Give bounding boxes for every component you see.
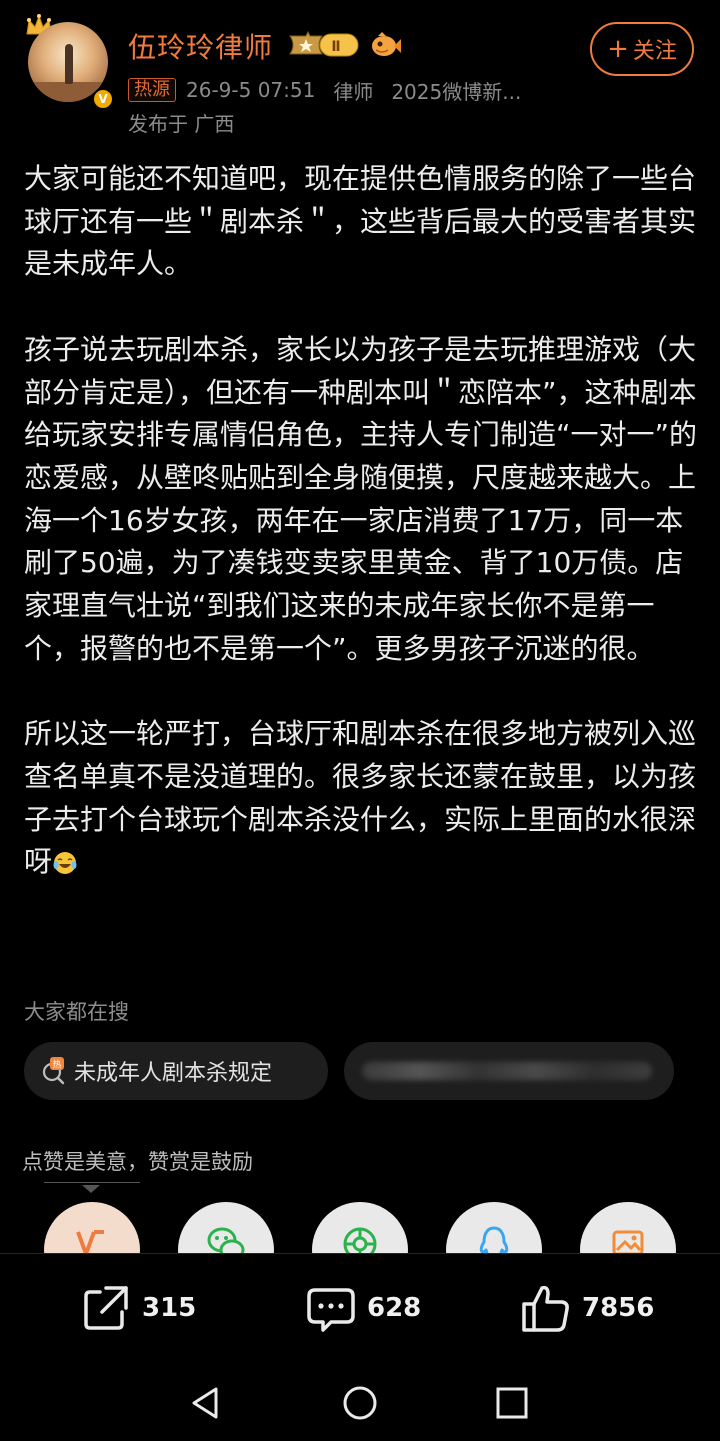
back-icon[interactable] [186,1383,226,1423]
repost-button[interactable]: 315 [80,1282,196,1334]
post-location: 发布于 广西 [128,112,235,136]
blurred-content [362,1062,652,1080]
reward-caret-icon [82,1185,100,1193]
svg-text:Ⅱ: Ⅱ [331,39,340,55]
comment-button[interactable]: 628 [305,1282,421,1334]
follow-label: 关注 [632,39,677,64]
post-paragraph-last: 所以这一轮严打，台球厅和剧本杀在很多地方被列入巡查名单真不是没道理的。很多家长还… [24,713,700,884]
repost-icon [84,1286,128,1330]
post-paragraph-text: 所以这一轮严打，台球厅和剧本杀在很多地方被列入巡查名单真不是没道理的。很多家长还… [24,717,697,879]
post-datetime: 26-9-5 07:51 [186,78,316,102]
verified-badge-icon: V [92,88,114,110]
like-count: 7856 [582,1293,655,1323]
reward-divider [44,1182,140,1183]
comment-icon [307,1288,355,1332]
comment-count: 628 [367,1293,422,1323]
post-content: 大家可能还不知道吧，现在提供色情服务的除了一些台球厅还有一些＂剧本杀＂，这些背后… [24,158,700,884]
hot-search-icon: 热 [42,1057,65,1085]
search-chip-blurred[interactable] [344,1042,674,1100]
post-meta: 热源 26-9-5 07:51 律师 2025微博新... [128,76,521,104]
post-action-bar: 315 628 7856 [0,1253,720,1363]
post-paragraph: 孩子说去玩剧本杀，家长以为孩子是去玩推理游戏（大部分肯定是），但还有一种剧本叫＂… [24,332,698,665]
trending-search-title: 大家都在搜 [24,1000,129,1024]
follow-button[interactable]: + 关注 [590,22,694,76]
post-paragraph: 大家可能还不知道吧，现在提供色情服务的除了一些台球厅还有一些＂剧本杀＂，这些背后… [24,162,697,281]
laugh-cry-emoji-icon [53,852,77,875]
plus-icon: + [607,34,629,64]
fan-badge-icon[interactable] [370,30,402,60]
thumbs-up-icon [522,1285,569,1332]
recent-apps-icon[interactable] [492,1383,532,1423]
author-role: 律师 [333,79,374,104]
search-chip-label: 未成年人剧本杀规定 [74,1061,273,1086]
username[interactable]: 伍玲玲律师 [128,26,273,66]
avatar-container[interactable]: V [22,12,114,110]
home-icon[interactable] [340,1383,380,1423]
search-chip[interactable]: 热 未成年人剧本杀规定 [24,1042,328,1100]
repost-count: 315 [142,1293,197,1323]
hot-source-tag[interactable]: 热源 [128,78,176,102]
reward-prompt: 点赞是美意，赞赏是鼓励 [22,1150,253,1174]
system-nav-bar [0,1363,720,1441]
like-button[interactable]: 7856 [520,1282,654,1334]
author-award: 2025微博新... [391,79,522,104]
rank-badge-icon[interactable]: Ⅱ [286,30,362,60]
svg-text:热: 热 [52,1059,61,1071]
post-header: V 伍玲玲律师 Ⅱ + 关注 热源 26-9-5 07:51 律师 2025微博… [0,0,720,150]
